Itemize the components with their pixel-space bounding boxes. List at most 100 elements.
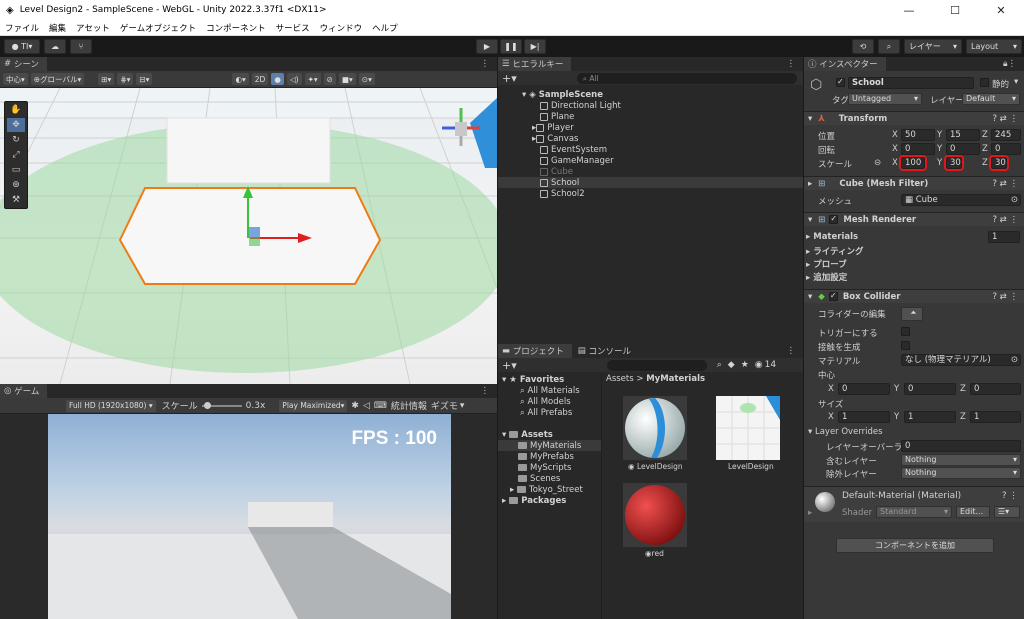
rotate-tool-icon[interactable]: ↻ xyxy=(7,133,25,147)
step-button[interactable]: ▶| xyxy=(524,39,546,54)
hierarchy-tab[interactable]: ☰ ヒエラルキー xyxy=(498,57,572,71)
account-button[interactable]: ● TI ▾ xyxy=(4,39,40,54)
menu-edit[interactable]: 編集 xyxy=(44,22,71,34)
mesh-renderer-header[interactable]: ▾ ⊞ Mesh Renderer ? ⇄ ⋮ xyxy=(804,212,1024,226)
search-button[interactable]: ⌕ xyxy=(878,39,900,54)
play-button[interactable]: ▶ xyxy=(476,39,498,54)
menu-services[interactable]: サービス xyxy=(271,22,315,34)
materials-foldout[interactable]: ▸ Materials xyxy=(806,232,858,242)
grid-snap-button[interactable]: ⋕▾ xyxy=(117,73,134,85)
layers-dropdown[interactable]: レイヤー ▾ xyxy=(904,39,962,54)
close-button[interactable]: ✕ xyxy=(978,4,1024,17)
scene-root[interactable]: ▾ ◈ SampleScene xyxy=(498,89,803,100)
folder-myscripts[interactable]: MyScripts xyxy=(498,462,601,473)
hierarchy-item-school[interactable]: School xyxy=(498,177,803,188)
project-menu-icon[interactable]: ⋮ xyxy=(787,346,796,356)
stats-button[interactable]: 統計情報 xyxy=(391,399,427,412)
material-menu-icon[interactable]: ? ⋮ xyxy=(1002,491,1018,501)
scale-tool-icon[interactable]: ⤢ xyxy=(7,148,25,162)
move-tool-icon[interactable]: ✥ xyxy=(7,118,25,132)
transform-header[interactable]: ▾ ⅄ Transform ? ⇄ ⋮ xyxy=(804,111,1024,125)
position-x-input[interactable]: 50 xyxy=(901,129,935,141)
hierarchy-search-input[interactable]: ⌕ All xyxy=(576,72,797,84)
folder-mymaterials[interactable]: MyMaterials xyxy=(498,440,601,451)
collab-button[interactable]: ⑂ xyxy=(70,39,92,54)
inspector-lock-icon[interactable]: 🔒︎⋮ xyxy=(1003,59,1016,69)
hierarchy-item-eventsystem[interactable]: EventSystem xyxy=(498,144,803,155)
pivot-dropdown[interactable]: 中心 ▾ xyxy=(3,73,28,85)
provides-contacts-checkbox[interactable] xyxy=(901,341,910,350)
menu-component[interactable]: コンポーネント xyxy=(201,22,271,34)
is-trigger-checkbox[interactable] xyxy=(901,327,910,336)
hierarchy-item-directional-light[interactable]: Directional Light xyxy=(498,100,803,111)
assets-node[interactable]: ▾ Assets xyxy=(498,429,601,440)
component-menu-icon[interactable]: ? ⇄ ⋮ xyxy=(992,179,1018,189)
play-mode-dropdown[interactable]: Play Maximized ▾ xyxy=(279,399,348,412)
visibility-toggle[interactable]: ⊘ xyxy=(323,73,336,85)
mode-2d-button[interactable]: 2D xyxy=(251,73,269,85)
filter-label-icon[interactable]: ◆ xyxy=(728,360,735,370)
fav-all-models[interactable]: ⌕ All Models xyxy=(498,396,601,407)
scale-x-input[interactable]: 100 xyxy=(899,155,927,171)
tag-dropdown[interactable]: Untagged ▾ xyxy=(848,93,922,105)
shader-edit-button[interactable]: Edit... xyxy=(956,506,990,518)
mesh-renderer-enabled-checkbox[interactable] xyxy=(829,214,839,224)
folder-scenes[interactable]: Scenes xyxy=(498,473,601,484)
favorites-node[interactable]: ▾ ★ Favorites xyxy=(498,374,601,385)
effects-dropdown[interactable]: ✦▾ xyxy=(304,73,321,85)
gizmos-button[interactable]: ギズモ xyxy=(431,399,458,412)
breadcrumb-root[interactable]: Assets xyxy=(606,374,634,384)
mesh-filter-header[interactable]: ▸ ⊞ Cube (Mesh Filter) ? ⇄ ⋮ xyxy=(804,176,1024,190)
mute-icon[interactable]: ◁ xyxy=(363,401,370,411)
scale-slider-thumb[interactable] xyxy=(203,401,211,409)
transform-tool-icon[interactable]: ⊛ xyxy=(7,178,25,192)
fold-arrow-icon[interactable]: ▸ xyxy=(808,508,812,518)
hand-tool-icon[interactable]: ✋ xyxy=(7,103,25,117)
game-tab[interactable]: ◎ ゲーム xyxy=(0,384,48,398)
center-z-input[interactable]: 0 xyxy=(970,383,1021,395)
hierarchy-item-plane[interactable]: Plane xyxy=(498,111,803,122)
scene-viewport[interactable] xyxy=(0,88,497,384)
game-viewport[interactable]: FPS : 100 xyxy=(48,414,451,619)
size-x-input[interactable]: 1 xyxy=(838,411,890,423)
box-collider-enabled-checkbox[interactable] xyxy=(828,291,838,301)
packages-node[interactable]: ▸ Packages xyxy=(498,495,601,506)
maximize-button[interactable]: ☐ xyxy=(932,4,978,17)
mesh-field[interactable]: ▦ Cube ⊙ xyxy=(901,194,1021,206)
increment-snap-button[interactable]: ⊟▾ xyxy=(136,73,153,85)
fav-all-materials[interactable]: ⌕ All Materials xyxy=(498,385,601,396)
resolution-dropdown[interactable]: Full HD (1920x1080) ▾ xyxy=(66,399,156,412)
menu-window[interactable]: ウィンドウ xyxy=(315,22,368,34)
search-by-type-icon[interactable]: ⌕ xyxy=(717,360,722,370)
menu-assets[interactable]: アセット xyxy=(71,22,115,34)
rect-tool-icon[interactable]: ▭ xyxy=(7,163,25,177)
probes-foldout[interactable]: ▸ プローブ xyxy=(806,258,847,270)
box-collider-header[interactable]: ▾ ◆ Box Collider ? ⇄ ⋮ xyxy=(804,289,1024,303)
shader-dropdown[interactable]: Standard ▾ xyxy=(876,506,952,518)
center-y-input[interactable]: 0 xyxy=(904,383,956,395)
component-menu-icon[interactable]: ? ⇄ ⋮ xyxy=(992,292,1018,302)
static-dropdown[interactable]: ▾ xyxy=(1014,77,1018,87)
include-layers-dropdown[interactable]: Nothing ▾ xyxy=(901,454,1021,466)
menu-help[interactable]: ヘルプ xyxy=(367,22,403,34)
rotation-z-input[interactable]: 0 xyxy=(991,143,1021,155)
hierarchy-item-cube[interactable]: Cube xyxy=(498,166,803,177)
menu-file[interactable]: ファイル xyxy=(0,22,44,34)
star-icon[interactable]: ★ xyxy=(741,360,749,370)
position-z-input[interactable]: 245 xyxy=(991,129,1021,141)
snap-button[interactable]: ⊞▾ xyxy=(98,73,115,85)
game-menu-icon[interactable]: ⋮ xyxy=(481,386,490,396)
lock-icon[interactable]: ⋮ xyxy=(481,59,490,69)
scale-z-input[interactable]: 30 xyxy=(989,155,1009,171)
hierarchy-item-school2[interactable]: School2 xyxy=(498,188,803,199)
size-y-input[interactable]: 1 xyxy=(904,411,956,423)
breadcrumb-leaf[interactable]: MyMaterials xyxy=(646,374,705,384)
create-icon[interactable]: +▾ xyxy=(502,359,517,372)
custom-tool-icon[interactable]: ⚒ xyxy=(7,193,25,207)
active-checkbox[interactable] xyxy=(836,77,845,87)
component-menu-icon[interactable]: ? ⇄ ⋮ xyxy=(992,215,1018,225)
link-icon[interactable]: ⊝ xyxy=(874,158,881,168)
physics-material-field[interactable]: なし (物理マテリアル) ⊙ xyxy=(901,354,1021,366)
history-button[interactable]: ⟲ xyxy=(852,39,874,54)
center-x-input[interactable]: 0 xyxy=(838,383,890,395)
